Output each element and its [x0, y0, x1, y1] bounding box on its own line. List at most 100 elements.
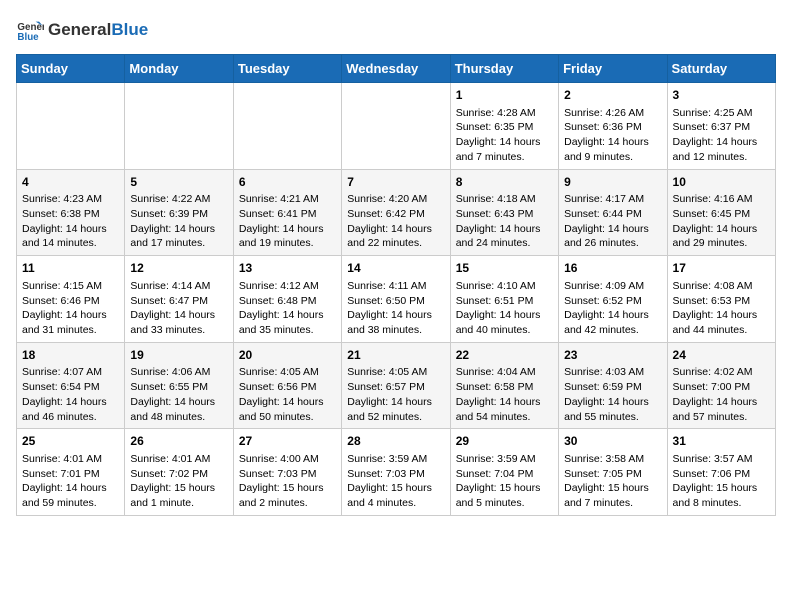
cell-content-line: Daylight: 14 hours [673, 222, 770, 237]
day-number: 4 [22, 174, 119, 191]
cell-content-line: Sunrise: 4:14 AM [130, 279, 227, 294]
cell-content-line: Sunrise: 4:10 AM [456, 279, 553, 294]
day-header-thursday: Thursday [450, 55, 558, 83]
svg-text:Blue: Blue [17, 32, 39, 43]
day-number: 30 [564, 433, 661, 450]
cell-content-line: Daylight: 14 hours [239, 308, 336, 323]
cell-content-line: and 4 minutes. [347, 496, 444, 511]
cell-content-line: Sunset: 7:06 PM [673, 467, 770, 482]
cell-content-line: Daylight: 15 hours [564, 481, 661, 496]
day-number: 11 [22, 260, 119, 277]
day-number: 10 [673, 174, 770, 191]
day-number: 2 [564, 87, 661, 104]
calendar-cell [233, 83, 341, 170]
cell-content-line: Daylight: 14 hours [22, 308, 119, 323]
calendar-week-row: 11Sunrise: 4:15 AMSunset: 6:46 PMDayligh… [17, 256, 776, 343]
cell-content-line: Sunset: 6:39 PM [130, 207, 227, 222]
cell-content-line: Sunset: 6:55 PM [130, 380, 227, 395]
logo-icon: General Blue [16, 16, 44, 44]
day-number: 12 [130, 260, 227, 277]
calendar-cell: 14Sunrise: 4:11 AMSunset: 6:50 PMDayligh… [342, 256, 450, 343]
cell-content-line: Sunrise: 4:07 AM [22, 365, 119, 380]
cell-content-line: Sunset: 7:04 PM [456, 467, 553, 482]
cell-content-line: Sunrise: 4:04 AM [456, 365, 553, 380]
cell-content-line: Sunset: 6:45 PM [673, 207, 770, 222]
calendar-week-row: 18Sunrise: 4:07 AMSunset: 6:54 PMDayligh… [17, 342, 776, 429]
cell-content-line: Sunrise: 4:05 AM [239, 365, 336, 380]
cell-content-line: and 24 minutes. [456, 236, 553, 251]
calendar-cell: 2 Sunrise: 4:26 AMSunset: 6:36 PMDaylight… [559, 83, 667, 170]
cell-content-line: Sunrise: 4:25 AM [673, 106, 770, 121]
day-number: 8 [456, 174, 553, 191]
cell-content-line: Sunrise: 4:20 AM [347, 192, 444, 207]
calendar-cell: 22Sunrise: 4:04 AMSunset: 6:58 PMDayligh… [450, 342, 558, 429]
cell-content-line: Sunrise: 4:26 AM [564, 106, 661, 121]
calendar-cell: 24Sunrise: 4:02 AMSunset: 7:00 PMDayligh… [667, 342, 775, 429]
cell-content-line: Sunset: 6:58 PM [456, 380, 553, 395]
logo: General Blue GeneralBlue [16, 16, 148, 44]
calendar-week-row: 25Sunrise: 4:01 AMSunset: 7:01 PMDayligh… [17, 429, 776, 516]
cell-content-line: and 17 minutes. [130, 236, 227, 251]
cell-content-line: Sunrise: 3:59 AM [456, 452, 553, 467]
cell-content-line: Sunrise: 4:01 AM [130, 452, 227, 467]
day-number: 13 [239, 260, 336, 277]
day-header-monday: Monday [125, 55, 233, 83]
cell-content-line: Sunrise: 4:03 AM [564, 365, 661, 380]
calendar-cell: 21Sunrise: 4:05 AMSunset: 6:57 PMDayligh… [342, 342, 450, 429]
cell-content-line: Sunset: 6:37 PM [673, 120, 770, 135]
calendar-cell: 4Sunrise: 4:23 AMSunset: 6:38 PMDaylight… [17, 169, 125, 256]
cell-content-line: and 38 minutes. [347, 323, 444, 338]
cell-content-line: Sunrise: 4:06 AM [130, 365, 227, 380]
cell-content-line: Sunrise: 4:12 AM [239, 279, 336, 294]
calendar-cell: 28Sunrise: 3:59 AMSunset: 7:03 PMDayligh… [342, 429, 450, 516]
cell-content-line: Sunset: 6:48 PM [239, 294, 336, 309]
calendar-cell [342, 83, 450, 170]
cell-content-line: Sunset: 6:51 PM [456, 294, 553, 309]
calendar-cell: 20Sunrise: 4:05 AMSunset: 6:56 PMDayligh… [233, 342, 341, 429]
cell-content-line: Sunset: 7:02 PM [130, 467, 227, 482]
cell-content-line: and 14 minutes. [22, 236, 119, 251]
page-header: General Blue GeneralBlue [16, 16, 776, 44]
calendar-cell: 8Sunrise: 4:18 AMSunset: 6:43 PMDaylight… [450, 169, 558, 256]
cell-content-line: Sunrise: 4:11 AM [347, 279, 444, 294]
calendar-cell: 6Sunrise: 4:21 AMSunset: 6:41 PMDaylight… [233, 169, 341, 256]
day-number: 31 [673, 433, 770, 450]
day-number: 24 [673, 347, 770, 364]
cell-content-line: Sunset: 6:44 PM [564, 207, 661, 222]
cell-content-line: and 57 minutes. [673, 410, 770, 425]
cell-content-line: Sunrise: 4:09 AM [564, 279, 661, 294]
calendar-cell [125, 83, 233, 170]
cell-content-line: Daylight: 15 hours [673, 481, 770, 496]
cell-content-line: Sunset: 6:35 PM [456, 120, 553, 135]
cell-content-line: Sunset: 7:03 PM [347, 467, 444, 482]
cell-content-line: Daylight: 14 hours [673, 308, 770, 323]
cell-content-line: and 7 minutes. [456, 150, 553, 165]
calendar-cell: 26Sunrise: 4:01 AMSunset: 7:02 PMDayligh… [125, 429, 233, 516]
calendar-cell: 30Sunrise: 3:58 AMSunset: 7:05 PMDayligh… [559, 429, 667, 516]
calendar-cell [17, 83, 125, 170]
day-number: 14 [347, 260, 444, 277]
cell-content-line: Sunset: 7:03 PM [239, 467, 336, 482]
cell-content-line: and 26 minutes. [564, 236, 661, 251]
cell-content-line: and 50 minutes. [239, 410, 336, 425]
cell-content-line: Daylight: 14 hours [564, 395, 661, 410]
day-number: 23 [564, 347, 661, 364]
cell-content-line: Daylight: 14 hours [564, 135, 661, 150]
cell-content-line: Sunset: 6:36 PM [564, 120, 661, 135]
cell-content-line: Sunrise: 4:08 AM [673, 279, 770, 294]
cell-content-line: Daylight: 14 hours [456, 308, 553, 323]
cell-content-line: and 33 minutes. [130, 323, 227, 338]
cell-content-line: Sunset: 6:56 PM [239, 380, 336, 395]
cell-content-line: Sunrise: 4:00 AM [239, 452, 336, 467]
cell-content-line: and 8 minutes. [673, 496, 770, 511]
cell-content-line: Sunrise: 4:21 AM [239, 192, 336, 207]
cell-content-line: Sunrise: 3:57 AM [673, 452, 770, 467]
day-header-wednesday: Wednesday [342, 55, 450, 83]
calendar-week-row: 1Sunrise: 4:28 AMSunset: 6:35 PMDaylight… [17, 83, 776, 170]
cell-content-line: Sunset: 6:53 PM [673, 294, 770, 309]
cell-content-line: Sunrise: 4:02 AM [673, 365, 770, 380]
cell-content-line: and 12 minutes. [673, 150, 770, 165]
calendar-cell: 12Sunrise: 4:14 AMSunset: 6:47 PMDayligh… [125, 256, 233, 343]
cell-content-line: and 40 minutes. [456, 323, 553, 338]
day-number: 6 [239, 174, 336, 191]
